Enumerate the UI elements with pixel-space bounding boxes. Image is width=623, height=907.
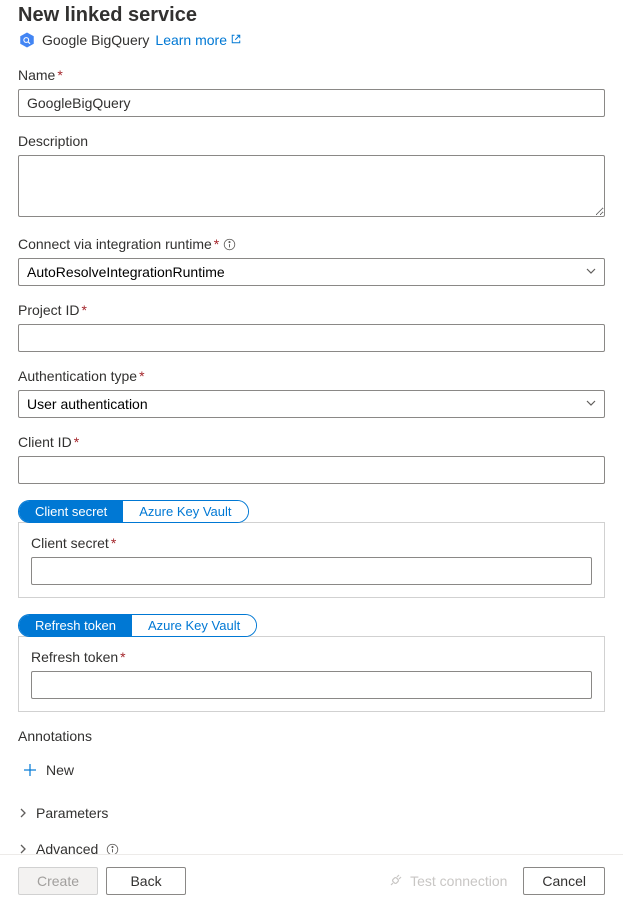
tab-refresh-token[interactable]: Refresh token xyxy=(19,615,132,636)
add-annotation-button[interactable]: New xyxy=(18,760,78,780)
auth-type-label: Authentication type* xyxy=(18,368,605,384)
refresh-token-tabs: Refresh token Azure Key Vault xyxy=(18,614,257,637)
runtime-label: Connect via integration runtime* xyxy=(18,236,219,252)
test-connection-button[interactable]: Test connection xyxy=(380,869,515,893)
info-icon[interactable] xyxy=(223,238,236,251)
refresh-token-input[interactable] xyxy=(31,671,592,699)
name-input[interactable] xyxy=(18,89,605,117)
page-title: New linked service xyxy=(18,0,605,27)
refresh-token-panel: Refresh token* xyxy=(18,636,605,712)
project-id-input[interactable] xyxy=(18,324,605,352)
auth-type-select[interactable]: User authentication xyxy=(18,390,605,418)
annotations-label: Annotations xyxy=(18,728,605,744)
refresh-token-label: Refresh token* xyxy=(31,649,592,665)
learn-more-link[interactable]: Learn more xyxy=(155,32,242,48)
runtime-select[interactable]: AutoResolveIntegrationRuntime xyxy=(18,258,605,286)
client-id-label: Client ID* xyxy=(18,434,605,450)
cancel-button[interactable]: Cancel xyxy=(523,867,605,895)
service-header: Google BigQuery Learn more xyxy=(18,31,605,49)
project-id-label: Project ID* xyxy=(18,302,605,318)
client-secret-panel: Client secret* xyxy=(18,522,605,598)
external-link-icon xyxy=(230,32,242,48)
plus-icon xyxy=(22,762,38,778)
client-secret-label: Client secret* xyxy=(31,535,592,551)
tab-azure-key-vault[interactable]: Azure Key Vault xyxy=(123,501,247,522)
chevron-right-icon xyxy=(18,805,28,821)
client-id-input[interactable] xyxy=(18,456,605,484)
description-label: Description xyxy=(18,133,605,149)
service-name: Google BigQuery xyxy=(42,32,149,48)
description-textarea[interactable] xyxy=(18,155,605,217)
create-button[interactable]: Create xyxy=(18,867,98,895)
name-label: Name* xyxy=(18,67,605,83)
plug-icon xyxy=(388,873,404,889)
parameters-expander[interactable]: Parameters xyxy=(18,803,605,823)
client-secret-tabs: Client secret Azure Key Vault xyxy=(18,500,249,523)
tab-azure-key-vault-2[interactable]: Azure Key Vault xyxy=(132,615,256,636)
bigquery-icon xyxy=(18,31,36,49)
back-button[interactable]: Back xyxy=(106,867,186,895)
tab-client-secret[interactable]: Client secret xyxy=(19,501,123,522)
footer-bar: Create Back Test connection Cancel xyxy=(0,854,623,907)
client-secret-input[interactable] xyxy=(31,557,592,585)
